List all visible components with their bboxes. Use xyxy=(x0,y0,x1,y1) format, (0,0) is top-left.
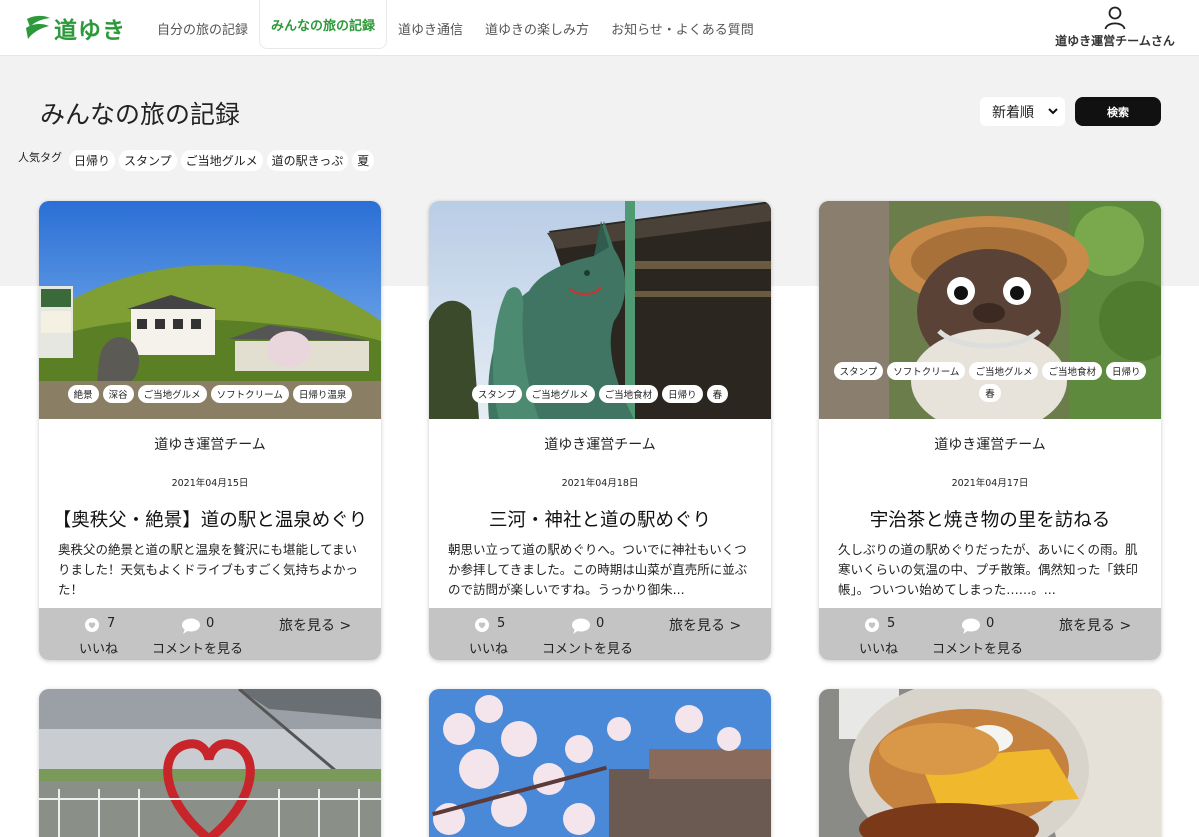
popular-tags: 人気タグ 日帰り スタンプ ご当地グルメ 道の駅きっぷ 夏 xyxy=(18,148,378,172)
comment-count: 0 xyxy=(596,616,605,631)
trip-tag[interactable]: ソフトクリーム xyxy=(210,385,289,403)
view-comments-link[interactable]: コメントを見る xyxy=(932,638,1023,657)
trip-card-date: 2021年04月17日 xyxy=(951,478,1029,489)
page-title: みんなの旅の記録 xyxy=(40,100,241,129)
trip-card-title[interactable]: 宇治茶と焼き物の里を訪ねる xyxy=(819,506,1161,532)
comment-count: 0 xyxy=(986,616,995,631)
view-comments-link[interactable]: コメントを見る xyxy=(542,638,633,657)
trip-card[interactable]: 絶景 深谷 ご当地グルメ ソフトクリーム 日帰り温泉 道ゆき運営チーム 2021… xyxy=(39,201,381,660)
trip-card[interactable] xyxy=(819,689,1161,837)
like-count: 7 xyxy=(107,616,116,631)
trip-card-image: スタンプ ソフトクリーム ご当地グルメ ご当地食材 日帰り 春 xyxy=(819,201,1161,419)
site-header: 道ゆき 自分の旅の記録 みんなの旅の記録 道ゆき通信 道ゆきの楽しみ方 お知らせ… xyxy=(0,0,1199,56)
nav-michiyuki-news[interactable]: 道ゆき通信 xyxy=(387,0,474,56)
comment-bubble-icon[interactable] xyxy=(181,618,201,634)
like-count: 5 xyxy=(497,616,506,631)
trip-card-image: スタンプ ご当地グルメ ご当地食材 日帰り 春 xyxy=(429,201,771,419)
search-button[interactable]: 検索 xyxy=(1075,97,1161,126)
trip-photo-burger xyxy=(819,689,1161,837)
popular-tag-chip[interactable]: 夏 xyxy=(352,149,375,171)
popular-tags-label: 人気タグ xyxy=(18,151,62,164)
trip-card[interactable] xyxy=(429,689,771,837)
trip-tag[interactable]: 絶景 xyxy=(67,385,99,403)
trip-card-description: 奥秩父の絶景と道の駅と温泉を贅沢にも堪能してまいりました！天気もよくドライブもす… xyxy=(58,542,359,597)
trip-card-author: 道ゆき運営チーム xyxy=(544,437,656,453)
trip-tag[interactable]: ご当地食材 xyxy=(598,385,659,403)
trip-card-author: 道ゆき運営チーム xyxy=(934,437,1046,453)
view-trip-link[interactable]: 旅を見る > xyxy=(1059,615,1131,635)
trip-card-title[interactable]: 三河・神社と道の駅めぐり xyxy=(429,506,771,532)
trip-tag[interactable]: ご当地グルメ xyxy=(525,385,595,403)
trip-card-tags: スタンプ ソフトクリーム ご当地グルメ ご当地食材 日帰り 春 xyxy=(825,362,1155,402)
nav-everyone-records[interactable]: みんなの旅の記録 xyxy=(259,0,388,49)
trip-tag[interactable]: ご当地食材 xyxy=(1042,362,1102,380)
trip-card-date: 2021年04月15日 xyxy=(171,478,249,489)
trip-card-image: 絶景 深谷 ご当地グルメ ソフトクリーム 日帰り温泉 xyxy=(39,201,381,419)
popular-tag-chip[interactable]: ご当地グルメ xyxy=(180,149,263,171)
trip-card-author: 道ゆき運営チーム xyxy=(154,437,266,453)
trip-card-footer: 5 いいね 0 コメントを見る 旅を見る > xyxy=(429,608,771,660)
nav-how-to-enjoy[interactable]: 道ゆきの楽しみ方 xyxy=(474,0,600,56)
popular-tag-chip[interactable]: スタンプ xyxy=(119,149,177,171)
trip-tag[interactable]: スタンプ xyxy=(833,362,884,380)
trip-tag[interactable]: 春 xyxy=(706,385,729,403)
trip-tag[interactable]: ソフトクリーム xyxy=(887,362,966,380)
heart-icon[interactable] xyxy=(865,618,879,632)
nav-my-records[interactable]: 自分の旅の記録 xyxy=(146,0,259,56)
trip-tag[interactable]: 深谷 xyxy=(102,385,134,403)
trip-card[interactable]: スタンプ ご当地グルメ ご当地食材 日帰り 春 道ゆき運営チーム 2021年04… xyxy=(429,201,771,660)
trip-tag[interactable]: 日帰り xyxy=(662,385,703,403)
sort-select-value: 新着順 xyxy=(992,104,1034,121)
heart-icon[interactable] xyxy=(85,618,99,632)
trip-card-footer: 5 いいね 0 コメントを見る 旅を見る > xyxy=(819,608,1161,660)
user-menu[interactable]: 道ゆき運営チームさん xyxy=(1045,6,1185,49)
user-icon xyxy=(1104,6,1126,30)
trip-photo-cherry-blossom xyxy=(429,689,771,837)
trip-card-tags: 絶景 深谷 ご当地グルメ ソフトクリーム 日帰り温泉 xyxy=(45,385,375,403)
like-button[interactable]: いいね xyxy=(469,638,508,657)
trip-card-date: 2021年04月18日 xyxy=(561,478,639,489)
trip-card-tags: スタンプ ご当地グルメ ご当地食材 日帰り 春 xyxy=(435,385,765,403)
trip-tag[interactable]: 春 xyxy=(979,384,1001,402)
view-trip-link[interactable]: 旅を見る > xyxy=(279,615,351,635)
trip-card-footer: 7 いいね 0 コメントを見る 旅を見る > xyxy=(39,608,381,660)
view-trip-link[interactable]: 旅を見る > xyxy=(669,615,741,635)
main-nav: 自分の旅の記録 みんなの旅の記録 道ゆき通信 道ゆきの楽しみ方 お知らせ・よくあ… xyxy=(146,0,765,56)
logo-leaf-icon xyxy=(26,15,50,39)
heart-icon[interactable] xyxy=(475,618,489,632)
popular-tag-chip[interactable]: 道の駅きっぷ xyxy=(266,149,349,171)
trip-card-description: 久しぶりの道の駅めぐりだったが、あいにくの雨。肌寒いくらいの気温の中、プチ散策。… xyxy=(838,542,1139,597)
chevron-down-icon xyxy=(1048,108,1058,115)
trip-tag[interactable]: 日帰り xyxy=(1105,362,1147,380)
trip-card-description: 朝思い立って道の駅めぐりへ。ついでに神社もいくつか参拝してきました。この時期は山… xyxy=(448,542,748,597)
trip-card[interactable]: スタンプ ソフトクリーム ご当地グルメ ご当地食材 日帰り 春 道ゆき運営チーム… xyxy=(819,201,1161,660)
nav-info-faq[interactable]: お知らせ・よくある質問 xyxy=(600,0,765,56)
like-button[interactable]: いいね xyxy=(859,638,898,657)
trip-tag[interactable]: ご当地グルメ xyxy=(137,385,207,403)
sort-select[interactable]: 新着順 xyxy=(980,97,1065,126)
trip-tag[interactable]: スタンプ xyxy=(471,385,522,403)
comment-bubble-icon[interactable] xyxy=(961,618,981,634)
trip-card-title[interactable]: 【奥秩父・絶景】道の駅と温泉めぐり xyxy=(39,506,381,532)
like-count: 5 xyxy=(887,616,896,631)
trip-card[interactable] xyxy=(39,689,381,837)
popular-tag-chip[interactable]: 日帰り xyxy=(69,149,116,171)
comment-bubble-icon[interactable] xyxy=(571,618,591,634)
comment-count: 0 xyxy=(206,616,215,631)
like-button[interactable]: いいね xyxy=(79,638,118,657)
trip-photo-heart-monument xyxy=(39,689,381,837)
user-name: 道ゆき運営チームさん xyxy=(1055,34,1175,48)
view-comments-link[interactable]: コメントを見る xyxy=(152,638,243,657)
site-logo[interactable]: 道ゆき xyxy=(24,10,126,46)
trip-tag[interactable]: 日帰り温泉 xyxy=(292,385,353,403)
trip-tag[interactable]: ご当地グルメ xyxy=(969,362,1039,380)
logo-text: 道ゆき xyxy=(54,18,126,44)
